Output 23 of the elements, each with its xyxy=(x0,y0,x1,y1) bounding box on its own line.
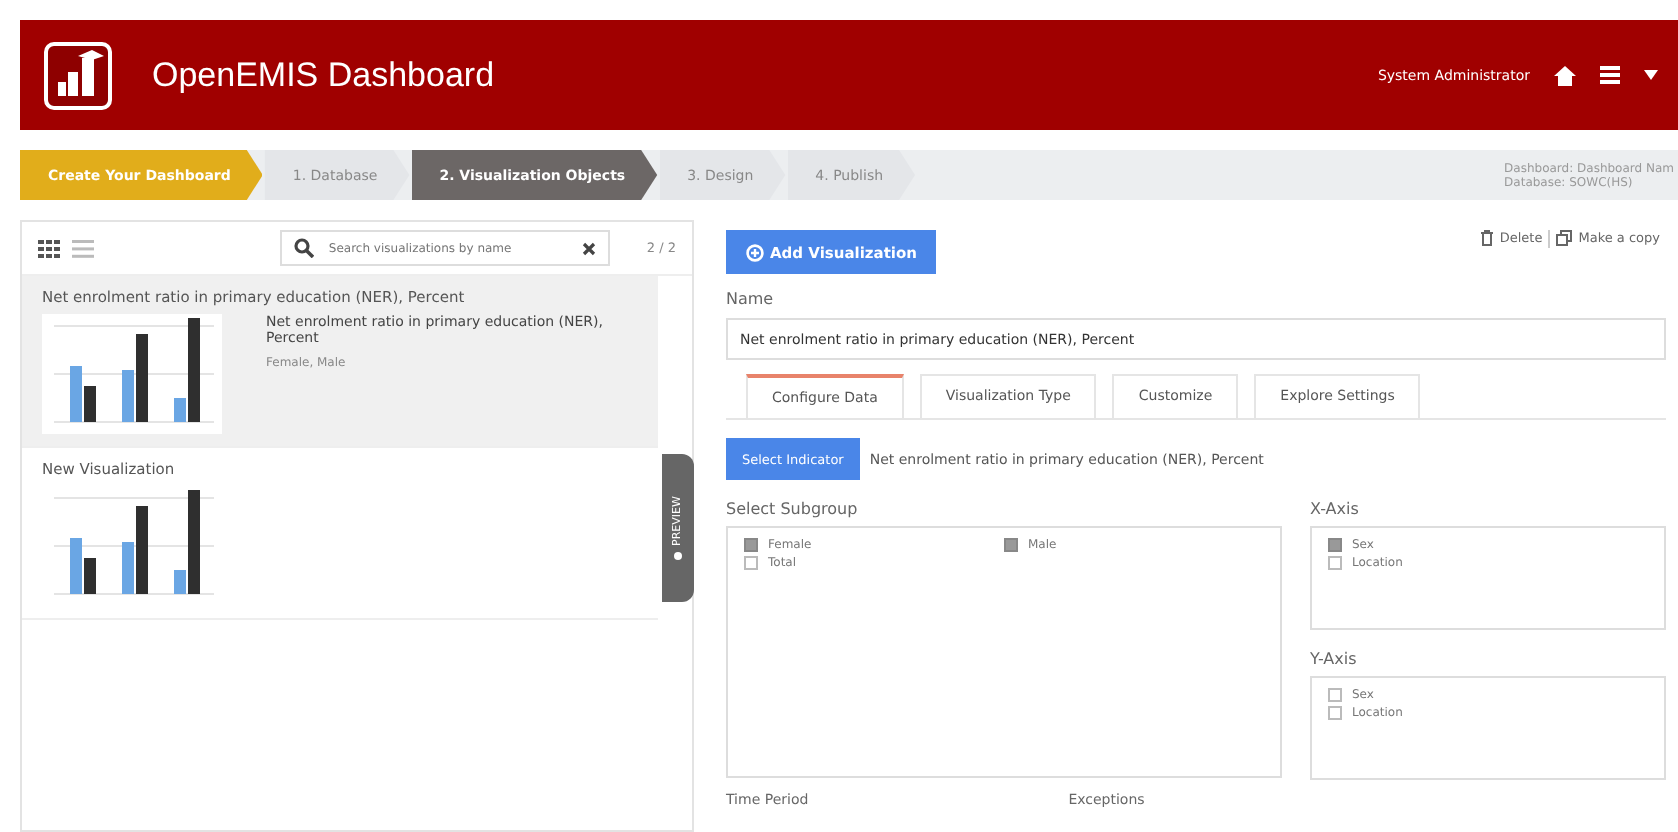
checkbox[interactable] xyxy=(1004,538,1018,552)
list-view-icon[interactable] xyxy=(72,239,94,257)
axis-label: Y-Axis xyxy=(1310,650,1359,668)
checkbox[interactable] xyxy=(1328,556,1342,570)
clear-icon[interactable] xyxy=(582,241,597,255)
subgroup-label: Select Subgroup xyxy=(726,500,860,518)
menu-icon[interactable] xyxy=(1600,66,1620,84)
copy-icon xyxy=(1556,230,1573,246)
grid-view-icon[interactable] xyxy=(38,239,60,257)
checkbox[interactable] xyxy=(1328,688,1342,702)
logo-icon xyxy=(44,41,112,109)
axis-label: X-Axis xyxy=(1310,500,1361,518)
caret-icon[interactable] xyxy=(1644,70,1658,80)
checkbox[interactable] xyxy=(744,538,758,552)
name-label: Name xyxy=(726,290,776,308)
checkbox[interactable] xyxy=(744,556,758,570)
checkbox[interactable] xyxy=(1328,706,1342,720)
home-icon[interactable] xyxy=(1554,65,1576,85)
plus-circle-icon xyxy=(746,243,764,261)
trash-icon xyxy=(1479,230,1494,246)
checkbox[interactable] xyxy=(1328,538,1342,552)
app-title: OpenEMIS Dashboard xyxy=(152,55,495,95)
search-icon xyxy=(294,238,315,258)
